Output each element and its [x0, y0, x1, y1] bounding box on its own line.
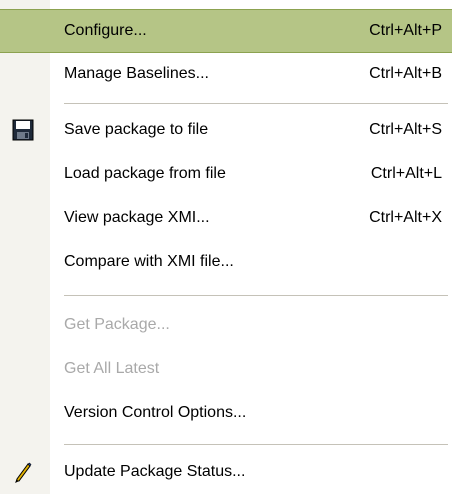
menu-item-label: Version Control Options...	[64, 404, 247, 421]
menu-item-label: Manage Baselines...	[64, 65, 209, 82]
menu-separator	[64, 103, 448, 104]
menu-item-version-control-options[interactable]: Version Control Options...	[0, 391, 452, 435]
pencil-icon	[12, 461, 34, 483]
menu-item-label: Get All Latest	[64, 360, 160, 377]
menu-item-compare-xmi[interactable]: Compare with XMI file...	[0, 240, 452, 284]
menu-item-label: Save package to file	[64, 121, 209, 138]
menu-separator	[64, 444, 448, 445]
context-menu: Configure... Ctrl+Alt+P Manage Baselines…	[0, 0, 452, 494]
menu-item-label: Get Package...	[64, 316, 170, 333]
menu-item-shortcut: Ctrl+Alt+P	[369, 22, 442, 39]
menu-item-get-package[interactable]: Get Package...	[0, 303, 452, 347]
menu-item-update-package-status[interactable]: Update Package Status...	[0, 450, 452, 494]
menu-item-view-package-xmi[interactable]: View package XMI... Ctrl+Alt+X	[0, 196, 452, 240]
menu-item-label: View package XMI...	[64, 209, 210, 226]
menu-separator	[64, 295, 448, 296]
menu-item-label: Update Package Status...	[64, 463, 246, 480]
menu-item-get-all-latest[interactable]: Get All Latest	[0, 347, 452, 391]
menu-item-configure[interactable]: Configure... Ctrl+Alt+P	[0, 9, 452, 53]
floppy-disk-icon	[12, 119, 34, 141]
menu-item-shortcut: Ctrl+Alt+L	[370, 165, 442, 182]
menu-item-shortcut: Ctrl+Alt+B	[369, 65, 442, 82]
menu-item-load-package[interactable]: Load package from file Ctrl+Alt+L	[0, 152, 452, 196]
menu-item-label: Load package from file	[64, 165, 226, 182]
menu-item-manage-baselines[interactable]: Manage Baselines... Ctrl+Alt+B	[0, 52, 452, 96]
menu-item-label: Compare with XMI file...	[64, 253, 234, 270]
menu-item-save-package[interactable]: Save package to file Ctrl+Alt+S	[0, 108, 452, 152]
menu-item-shortcut: Ctrl+Alt+X	[369, 209, 442, 226]
menu-item-shortcut: Ctrl+Alt+S	[369, 121, 442, 138]
menu-item-label: Configure...	[64, 22, 147, 39]
